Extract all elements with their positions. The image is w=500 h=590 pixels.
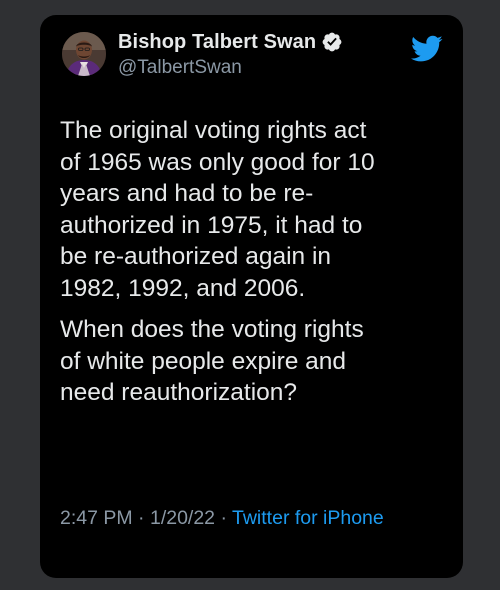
- display-name[interactable]: Bishop Talbert Swan: [118, 31, 316, 54]
- avatar-image: [62, 32, 106, 76]
- meta-separator: ·: [215, 507, 233, 529]
- twitter-bird-icon[interactable]: [410, 35, 443, 63]
- name-row: Bishop Talbert Swan: [118, 29, 343, 55]
- tweet-paragraph: When does the voting rights of white peo…: [60, 316, 364, 406]
- tweet-text: The original voting rights act of 1965 w…: [60, 115, 452, 409]
- avatar[interactable]: [62, 32, 106, 76]
- tweet-time[interactable]: 2:47 PM: [60, 507, 133, 529]
- tweet-metadata: 2:47 PM · 1/20/22 · Twitter for iPhone: [60, 503, 452, 533]
- tweet-paragraph: The original voting rights act of 1965 w…: [60, 117, 375, 302]
- user-handle[interactable]: @TalbertSwan: [118, 57, 242, 79]
- screenshot-frame: Bishop Talbert Swan @TalbertSwan The ori…: [0, 0, 500, 590]
- tweet-date[interactable]: 1/20/22: [150, 507, 215, 529]
- verified-badge-icon: [321, 31, 343, 53]
- tweet-source-link[interactable]: Twitter for iPhone: [232, 507, 384, 529]
- meta-separator: ·: [132, 507, 150, 529]
- tweet-card[interactable]: Bishop Talbert Swan @TalbertSwan The ori…: [40, 15, 463, 578]
